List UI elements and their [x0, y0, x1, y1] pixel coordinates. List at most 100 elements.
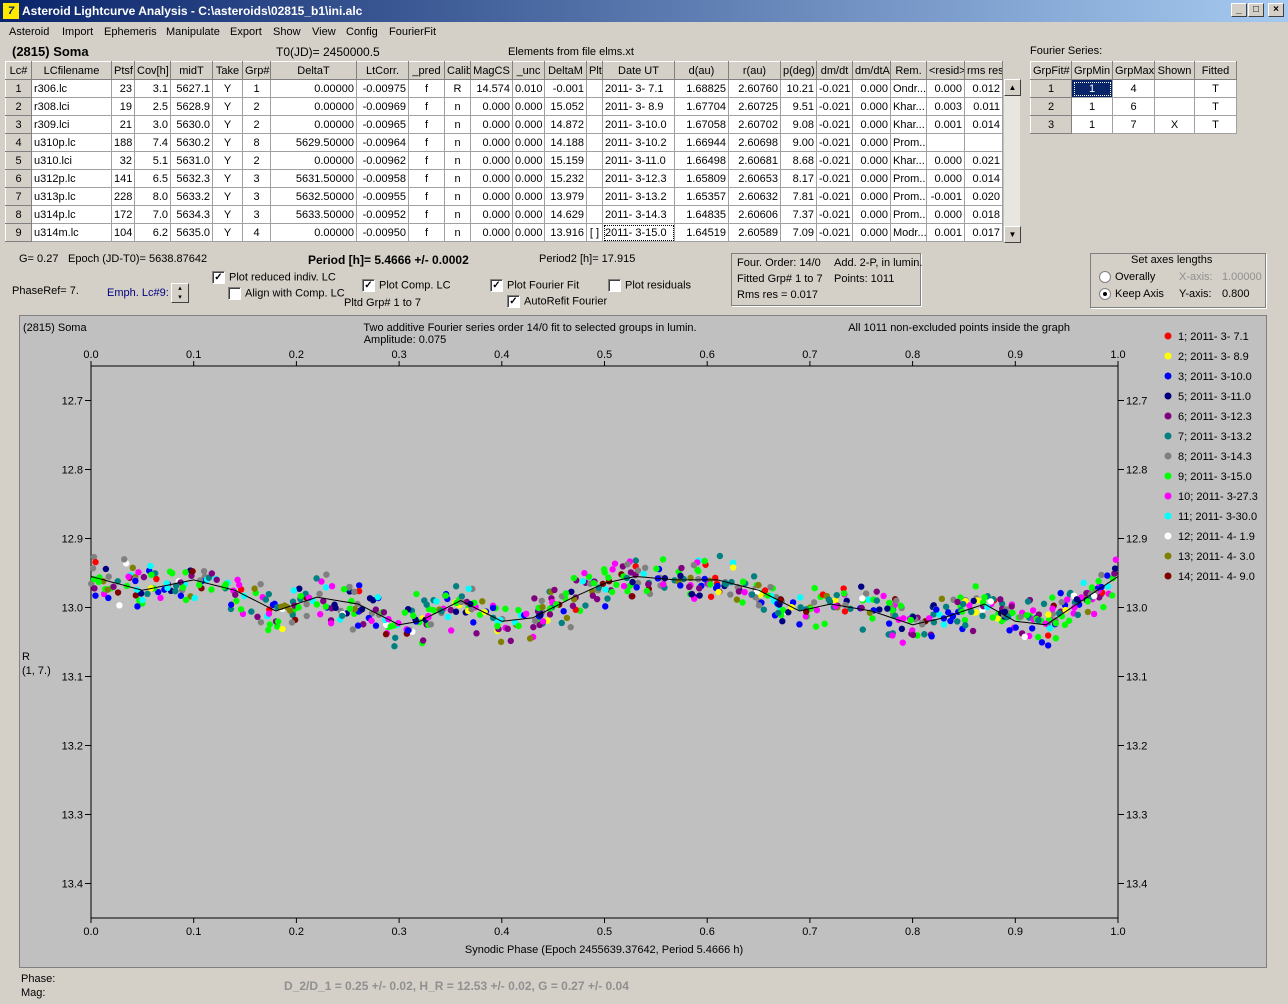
radio-icon[interactable]: [1099, 288, 1111, 301]
scroll-down-icon[interactable]: ▼: [1004, 226, 1021, 243]
table-cell[interactable]: 8.0: [134, 187, 171, 206]
comp-lc-checkbox[interactable]: ✓ Plot Comp. LC: [362, 279, 451, 292]
table-cell[interactable]: 2011- 3-12.3: [602, 169, 675, 188]
table-cell[interactable]: 228: [111, 187, 135, 206]
table-row[interactable]: 7 u313p.lc 228 8.0 5633.2 Y 3 5632.50000 -0.0095…: [5, 187, 1003, 206]
column-header[interactable]: GrpFit#: [1030, 61, 1072, 80]
table-cell[interactable]: n: [444, 223, 471, 242]
column-header[interactable]: Fitted: [1194, 61, 1237, 80]
table-cell[interactable]: 0.000: [512, 97, 545, 116]
table-cell[interactable]: f: [408, 97, 445, 116]
table-cell[interactable]: 0.000: [470, 151, 513, 170]
table-cell[interactable]: f: [408, 205, 445, 224]
table-cell[interactable]: 3: [242, 205, 271, 224]
table-cell[interactable]: -0.021: [816, 151, 853, 170]
table-cell[interactable]: 19: [111, 97, 135, 116]
table-cell[interactable]: 0.014: [964, 169, 1003, 188]
menu-export[interactable]: Export: [230, 26, 262, 38]
table-cell[interactable]: 3.1: [134, 79, 171, 98]
overall-radio[interactable]: Overally: [1099, 271, 1155, 284]
row-header[interactable]: 2: [1030, 97, 1072, 116]
table-cell[interactable]: 5629.50000: [270, 133, 357, 152]
table-cell[interactable]: 172: [111, 205, 135, 224]
table-cell[interactable]: 3: [242, 187, 271, 206]
table-cell[interactable]: 21: [111, 115, 135, 134]
table-cell[interactable]: [1154, 79, 1195, 98]
table-cell[interactable]: 2.60606: [728, 205, 781, 224]
table-cell[interactable]: Y: [212, 187, 243, 206]
table-cell[interactable]: n: [444, 169, 471, 188]
row-header[interactable]: 7: [5, 187, 32, 206]
table-cell[interactable]: n: [444, 205, 471, 224]
table-cell[interactable]: r308.lci: [31, 97, 112, 116]
table-cell[interactable]: f: [408, 169, 445, 188]
row-header[interactable]: 3: [1030, 115, 1072, 134]
table-cell[interactable]: -0.00964: [356, 133, 409, 152]
table-cell[interactable]: 5632.50000: [270, 187, 357, 206]
table-cell[interactable]: -0.021: [816, 169, 853, 188]
table-cell[interactable]: 14.574: [470, 79, 513, 98]
table-cell[interactable]: 2.60702: [728, 115, 781, 134]
table-cell[interactable]: u314m.lc: [31, 223, 112, 242]
close-button[interactable]: ×: [1268, 3, 1284, 17]
table-cell[interactable]: 9.51: [780, 97, 817, 116]
table-cell[interactable]: 5631.50000: [270, 169, 357, 188]
table-cell[interactable]: 2.60589: [728, 223, 781, 242]
column-header[interactable]: d(au): [674, 61, 729, 80]
table-cell[interactable]: 3.0: [134, 115, 171, 134]
table-row[interactable]: 3 r309.lci 21 3.0 5630.0 Y 2 0.00000 -0.00965 f n 0…: [5, 115, 1003, 134]
table-cell[interactable]: n: [444, 151, 471, 170]
table-cell[interactable]: r306.lc: [31, 79, 112, 98]
table-cell[interactable]: 8.68: [780, 151, 817, 170]
table-cell[interactable]: -0.00969: [356, 97, 409, 116]
table-cell[interactable]: 0.000: [926, 169, 965, 188]
table-cell[interactable]: 2: [242, 151, 271, 170]
table-cell[interactable]: 0.000: [470, 205, 513, 224]
row-header[interactable]: 1: [5, 79, 32, 98]
table-cell[interactable]: 2011- 3-15.0: [602, 223, 675, 242]
table-cell[interactable]: 0.001: [926, 223, 965, 242]
table-cell[interactable]: [926, 133, 965, 152]
table-scrollbar[interactable]: ▲ ▼: [1003, 79, 1021, 243]
table-cell[interactable]: -0.021: [816, 79, 853, 98]
table-cell[interactable]: 1: [1071, 115, 1113, 134]
column-header[interactable]: p(deg): [780, 61, 817, 80]
table-cell[interactable]: [1154, 97, 1195, 116]
table-cell[interactable]: [586, 187, 603, 206]
checkbox-icon[interactable]: ✓: [362, 279, 375, 292]
table-cell[interactable]: 7.0: [134, 205, 171, 224]
menu-manipulate[interactable]: Manipulate: [166, 26, 220, 38]
table-cell[interactable]: 0.000: [852, 187, 891, 206]
table-cell[interactable]: 0.000: [512, 223, 545, 242]
table-cell[interactable]: [586, 205, 603, 224]
table-cell[interactable]: -0.00958: [356, 169, 409, 188]
table-cell[interactable]: 0.000: [926, 151, 965, 170]
column-header[interactable]: <resid>: [926, 61, 965, 80]
table-cell[interactable]: 1.65809: [674, 169, 729, 188]
table-cell[interactable]: f: [408, 151, 445, 170]
table-cell[interactable]: 0.000: [852, 151, 891, 170]
row-header[interactable]: 6: [5, 169, 32, 188]
table-cell[interactable]: 2011- 3-14.3: [602, 205, 675, 224]
menu-ephemeris[interactable]: Ephemeris: [104, 26, 157, 38]
table-cell[interactable]: -0.001: [544, 79, 587, 98]
table-cell[interactable]: 5631.0: [170, 151, 213, 170]
table-cell[interactable]: 0.000: [470, 97, 513, 116]
table-cell[interactable]: -0.00950: [356, 223, 409, 242]
table-cell[interactable]: -0.001: [926, 187, 965, 206]
table-cell[interactable]: 2.60632: [728, 187, 781, 206]
table-cell[interactable]: 32: [111, 151, 135, 170]
maximize-button[interactable]: □: [1248, 3, 1264, 17]
table-cell[interactable]: 7: [1112, 115, 1155, 134]
table-cell[interactable]: 13.979: [544, 187, 587, 206]
table-cell[interactable]: Y: [212, 97, 243, 116]
table-cell[interactable]: [586, 115, 603, 134]
table-cell[interactable]: [964, 133, 1003, 152]
table-cell[interactable]: 0.000: [852, 169, 891, 188]
table-cell[interactable]: Prom...: [890, 169, 927, 188]
table-cell[interactable]: Ondr...: [890, 79, 927, 98]
table-cell[interactable]: f: [408, 115, 445, 134]
table-cell[interactable]: 2011- 3-10.2: [602, 133, 675, 152]
table-cell[interactable]: 4: [242, 223, 271, 242]
table-cell[interactable]: 9.00: [780, 133, 817, 152]
